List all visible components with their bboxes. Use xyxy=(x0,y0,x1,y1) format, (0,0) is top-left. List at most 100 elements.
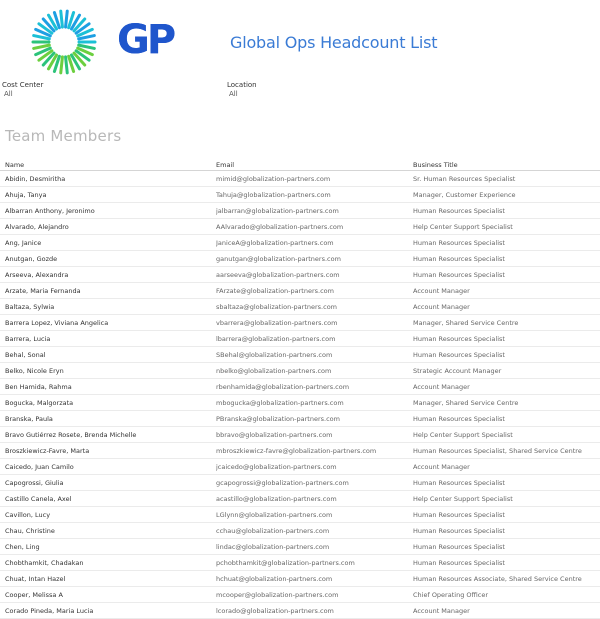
table-row[interactable]: Chau, Christine cchau@globalization-partn… xyxy=(0,523,600,539)
table-body: Abidin, Desmiritha mimid@globalization-pa… xyxy=(0,171,600,619)
table-row[interactable]: Castillo Canela, Axel acastillo@globaliza… xyxy=(0,491,600,507)
table-row[interactable]: Ahuja, Tanya Tahuja@globalization-partner… xyxy=(0,187,600,203)
cell-business-title: Account Manager xyxy=(413,382,470,391)
cell-email: mimid@globalization-partners.com xyxy=(216,174,331,183)
cell-name: Chen, Ling xyxy=(5,542,40,551)
table-row[interactable]: Broszkiewicz-Favre, Marta mbroszkiewicz-f… xyxy=(0,443,600,459)
cell-business-title: Human Resources Specialist xyxy=(413,238,505,247)
cell-business-title: Account Manager xyxy=(413,606,470,615)
cell-name: Belko, Nicole Eryn xyxy=(5,366,64,375)
table-row[interactable]: Belko, Nicole Eryn nbelko@globalization-p… xyxy=(0,363,600,379)
table-row[interactable]: Chen, Ling lindac@globalization-partners.… xyxy=(0,539,600,555)
cell-name: Broszkiewicz-Favre, Marta xyxy=(5,446,90,455)
table-row[interactable]: Bogucka, Malgorzata mbogucka@globalizatio… xyxy=(0,395,600,411)
section-title: Team Members xyxy=(5,127,122,145)
cell-business-title: Human Resources Specialist xyxy=(413,350,505,359)
cell-name: Alvarado, Alejandro xyxy=(5,222,69,231)
table-row[interactable]: Albarran Anthony, Jeronimo jalbarran@glob… xyxy=(0,203,600,219)
table-row[interactable]: Arzate, Maria Fernanda FArzate@globalizat… xyxy=(0,283,600,299)
cell-name: Behal, Sonal xyxy=(5,350,46,359)
table-row[interactable]: Cavillon, Lucy LGlynn@globalization-partn… xyxy=(0,507,600,523)
cell-email: AAlvarado@globalization-partners.com xyxy=(216,222,344,231)
table-row[interactable]: Corado Pineda, Maria Lucia lcorado@global… xyxy=(0,603,600,619)
cell-email: lcorado@globalization-partners.com xyxy=(216,606,334,615)
cell-email: SBehal@globalization-partners.com xyxy=(216,350,333,359)
cell-name: Chobthamkit, Chadakan xyxy=(5,558,84,567)
cell-email: mbroszkiewicz-favre@globalization-partne… xyxy=(216,446,377,455)
table-row[interactable]: Anutgan, Gozde ganutgan@globalization-par… xyxy=(0,251,600,267)
table-row[interactable]: Bravo Gutiérrez Rosete, Brenda Michelle b… xyxy=(0,427,600,443)
table-row[interactable]: Barrera, Lucia lbarrera@globalization-par… xyxy=(0,331,600,347)
cell-name: Caicedo, Juan Camilo xyxy=(5,462,74,471)
cell-business-title: Human Resources Associate, Shared Servic… xyxy=(413,574,582,583)
table-row[interactable]: Behal, Sonal SBehal@globalization-partner… xyxy=(0,347,600,363)
cell-business-title: Human Resources Specialist xyxy=(413,270,505,279)
table-row[interactable]: Abidin, Desmiritha mimid@globalization-pa… xyxy=(0,171,600,187)
table-row[interactable]: Caicedo, Juan Camilo jcaicedo@globalizati… xyxy=(0,459,600,475)
filter-value[interactable]: All xyxy=(2,90,43,99)
company-logo: GP xyxy=(30,8,200,76)
table-row[interactable]: Arseeva, Alexandra aarseeva@globalization… xyxy=(0,267,600,283)
cell-business-title: Human Resources Specialist xyxy=(413,558,505,567)
table-row[interactable]: Chobthamkit, Chadakan pchobthamkit@global… xyxy=(0,555,600,571)
cell-name: Bravo Gutiérrez Rosete, Brenda Michelle xyxy=(5,430,137,439)
table-row[interactable]: Chuat, Intan Hazel hchuat@globalization-p… xyxy=(0,571,600,587)
table-row[interactable]: Ang, Janice JaniceA@globalization-partner… xyxy=(0,235,600,251)
cell-business-title: Human Resources Specialist xyxy=(413,334,505,343)
cell-name: Ahuja, Tanya xyxy=(5,190,47,199)
table-row[interactable]: Alvarado, Alejandro AAlvarado@globalizati… xyxy=(0,219,600,235)
cell-name: Cavillon, Lucy xyxy=(5,510,51,519)
filter-cost-center[interactable]: Cost Center All xyxy=(2,81,43,99)
cell-business-title: Strategic Account Manager xyxy=(413,366,502,375)
cell-email: sbaltaza@globalization-partners.com xyxy=(216,302,338,311)
cell-business-title: Human Resources Specialist xyxy=(413,254,505,263)
cell-business-title: Manager, Shared Service Centre xyxy=(413,398,519,407)
logo-wordmark: GP xyxy=(117,17,176,63)
cell-business-title: Human Resources Specialist xyxy=(413,542,505,551)
cell-business-title: Account Manager xyxy=(413,302,470,311)
cell-business-title: Account Manager xyxy=(413,462,470,471)
cell-email: FArzate@globalization-partners.com xyxy=(216,286,334,295)
cell-email: lindac@globalization-partners.com xyxy=(216,542,330,551)
cell-email: bbravo@globalization-partners.com xyxy=(216,430,333,439)
cell-name: Abidin, Desmiritha xyxy=(5,174,66,183)
table-header: Name Email Business Title xyxy=(0,159,600,171)
table-row[interactable]: Ben Hamida, Rahma rbenhamida@globalizatio… xyxy=(0,379,600,395)
cell-name: Cooper, Melissa A xyxy=(5,590,63,599)
cell-name: Ang, Janice xyxy=(5,238,42,247)
cell-business-title: Human Resources Specialist xyxy=(413,414,505,423)
cell-email: jcaicedo@globalization-partners.com xyxy=(216,462,337,471)
filter-label: Cost Center xyxy=(2,81,44,89)
cell-business-title: Help Center Support Specialist xyxy=(413,222,513,231)
cell-business-title: Help Center Support Specialist xyxy=(413,494,513,503)
table-row[interactable]: Baltaza, Sylwia sbaltaza@globalization-pa… xyxy=(0,299,600,315)
column-header-business-title[interactable]: Business Title xyxy=(413,161,600,169)
cell-email: mbogucka@globalization-partners.com xyxy=(216,398,344,407)
cell-email: mcooper@globalization-partners.com xyxy=(216,590,339,599)
cell-name: Castillo Canela, Axel xyxy=(5,494,72,503)
cell-name: Barrera Lopez, Viviana Angelica xyxy=(5,318,109,327)
column-header-email[interactable]: Email xyxy=(216,161,413,169)
table-row[interactable]: Barrera Lopez, Viviana Angelica vbarrera@… xyxy=(0,315,600,331)
cell-email: PBranska@globalization-partners.com xyxy=(216,414,340,423)
cell-email: rbenhamida@globalization-partners.com xyxy=(216,382,350,391)
cell-name: Corado Pineda, Maria Lucia xyxy=(5,606,94,615)
cell-business-title: Human Resources Specialist xyxy=(413,478,505,487)
cell-email: vbarrera@globalization-partners.com xyxy=(216,318,338,327)
table-row[interactable]: Branska, Paula PBranska@globalization-par… xyxy=(0,411,600,427)
cell-business-title: Human Resources Specialist, Shared Servi… xyxy=(413,446,582,455)
table-row[interactable]: Cooper, Melissa A mcooper@globalization-p… xyxy=(0,587,600,603)
table-row[interactable]: Capogrossi, Giulia gcapogrossi@globalizat… xyxy=(0,475,600,491)
cell-email: LGlynn@globalization-partners.com xyxy=(216,510,333,519)
filter-value[interactable]: All xyxy=(227,90,257,99)
cell-business-title: Manager, Customer Experience xyxy=(413,190,516,199)
cell-business-title: Help Center Support Specialist xyxy=(413,430,513,439)
cell-business-title: Sr. Human Resources Specialist xyxy=(413,174,516,183)
column-header-name[interactable]: Name xyxy=(0,161,216,169)
cell-name: Anutgan, Gozde xyxy=(5,254,58,263)
cell-name: Albarran Anthony, Jeronimo xyxy=(5,206,95,215)
cell-email: aarseeva@globalization-partners.com xyxy=(216,270,340,279)
filter-location[interactable]: Location All xyxy=(227,81,257,99)
cell-name: Arseeva, Alexandra xyxy=(5,270,69,279)
cell-business-title: Human Resources Specialist xyxy=(413,510,505,519)
